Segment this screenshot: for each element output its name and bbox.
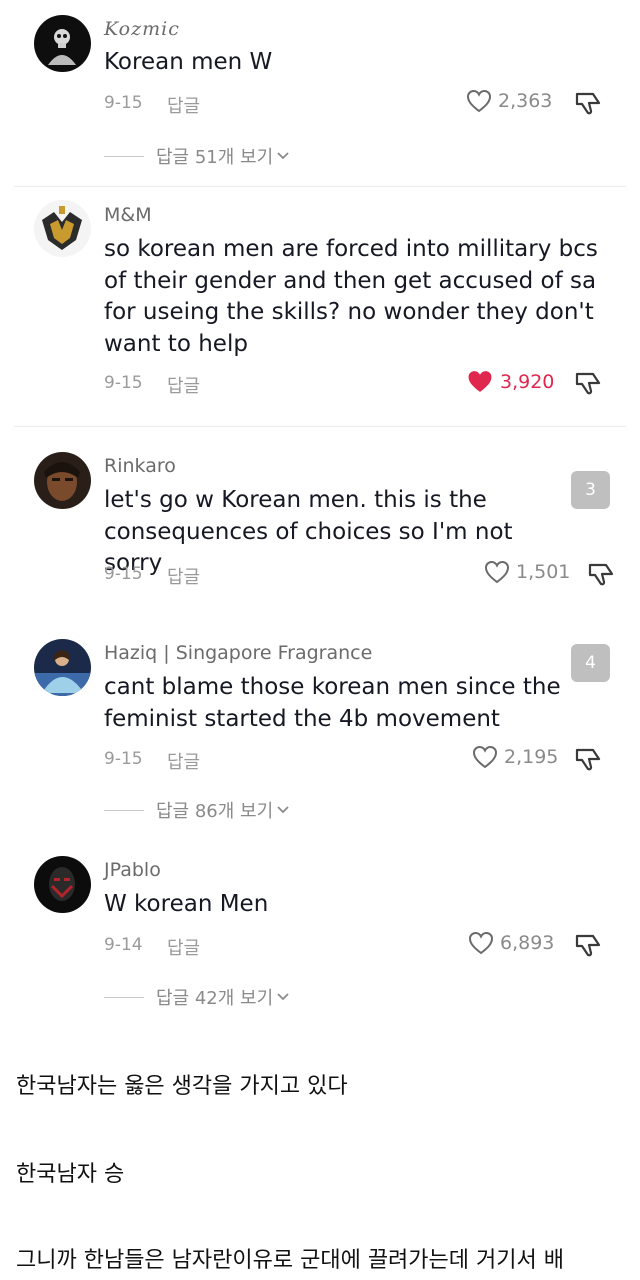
- view-replies-label: 답글 42개 보기: [156, 988, 274, 1009]
- chevron-down-icon: [277, 993, 289, 1001]
- comment-text: so korean men are forced into millitary …: [104, 236, 598, 357]
- dislike-icon: [575, 934, 601, 957]
- reply-button[interactable]: 답글: [167, 372, 200, 398]
- comment-date: 9-15: [104, 93, 143, 113]
- view-replies-button[interactable]: 답글 42개 보기: [104, 984, 290, 1010]
- replies-line: [104, 809, 144, 811]
- like-button[interactable]: 6,893: [468, 931, 554, 955]
- heart-outline-icon: [484, 560, 510, 584]
- comment-text: cant blame those korean men since the fe…: [104, 674, 561, 732]
- heart-outline-icon: [468, 931, 494, 955]
- dislike-button[interactable]: [574, 746, 602, 776]
- like-count: 6,893: [500, 932, 555, 954]
- username[interactable]: Kozmic: [104, 18, 180, 40]
- reply-button[interactable]: 답글: [167, 563, 200, 589]
- reply-button[interactable]: 답글: [167, 748, 200, 774]
- dislike-button[interactable]: [574, 370, 602, 400]
- heart-filled-icon: [468, 371, 492, 392]
- like-count: 2,363: [498, 90, 553, 112]
- like-button[interactable]: 2,195: [472, 745, 558, 769]
- comment-date: 9-15: [104, 564, 143, 584]
- avatar[interactable]: [34, 639, 91, 696]
- post-text-line-1: 한국남자는 옳은 생각을 가지고 있다: [16, 1074, 348, 1099]
- replies-line: [104, 996, 144, 998]
- comment-date: 9-14: [104, 935, 143, 955]
- dislike-icon: [575, 748, 601, 771]
- chevron-down-icon: [277, 152, 289, 160]
- avatar[interactable]: [34, 856, 91, 913]
- like-count: 3,920: [500, 370, 555, 393]
- comment-text: Korean men W: [104, 49, 273, 75]
- dislike-button[interactable]: [574, 932, 602, 962]
- reply-count-badge[interactable]: 4: [571, 644, 610, 682]
- heart-outline-icon: [466, 89, 492, 113]
- dislike-button[interactable]: [587, 561, 615, 591]
- heart-outline-icon: [472, 745, 498, 769]
- dislike-icon: [588, 563, 614, 586]
- like-button[interactable]: 2,363: [466, 89, 552, 113]
- post-text-line-3: 그니까 한남들은 남자란이유로 군대에 끌려가는데 거기서 배: [16, 1248, 564, 1273]
- like-count: 1,501: [516, 561, 571, 583]
- like-button[interactable]: 3,920: [466, 369, 554, 394]
- username[interactable]: M&M: [104, 204, 152, 226]
- avatar[interactable]: [34, 452, 91, 509]
- post-text-line-2: 한국남자 승: [16, 1162, 125, 1187]
- view-replies-button[interactable]: 답글 51개 보기: [104, 143, 290, 169]
- divider: [14, 186, 626, 187]
- avatar[interactable]: [34, 15, 91, 72]
- reply-button[interactable]: 답글: [167, 934, 200, 960]
- username[interactable]: JPablo: [104, 859, 161, 881]
- chevron-down-icon: [277, 806, 289, 814]
- reply-button[interactable]: 답글: [167, 92, 200, 118]
- username[interactable]: Rinkaro: [104, 455, 176, 477]
- comment-date: 9-15: [104, 373, 143, 393]
- view-replies-button[interactable]: 답글 86개 보기: [104, 797, 290, 823]
- like-count: 2,195: [504, 746, 559, 768]
- reply-count-badge[interactable]: 3: [571, 471, 610, 509]
- replies-line: [104, 155, 144, 157]
- dislike-icon: [575, 372, 601, 395]
- dislike-icon: [575, 92, 601, 115]
- username[interactable]: Haziq | Singapore Fragrance: [104, 642, 372, 664]
- avatar[interactable]: [34, 200, 91, 257]
- dislike-button[interactable]: [574, 90, 602, 120]
- like-button[interactable]: 1,501: [484, 560, 570, 584]
- divider: [14, 426, 626, 427]
- view-replies-label: 답글 51개 보기: [156, 147, 274, 168]
- comment-text: W korean Men: [104, 891, 269, 917]
- comment-date: 9-15: [104, 749, 143, 769]
- view-replies-label: 답글 86개 보기: [156, 801, 274, 822]
